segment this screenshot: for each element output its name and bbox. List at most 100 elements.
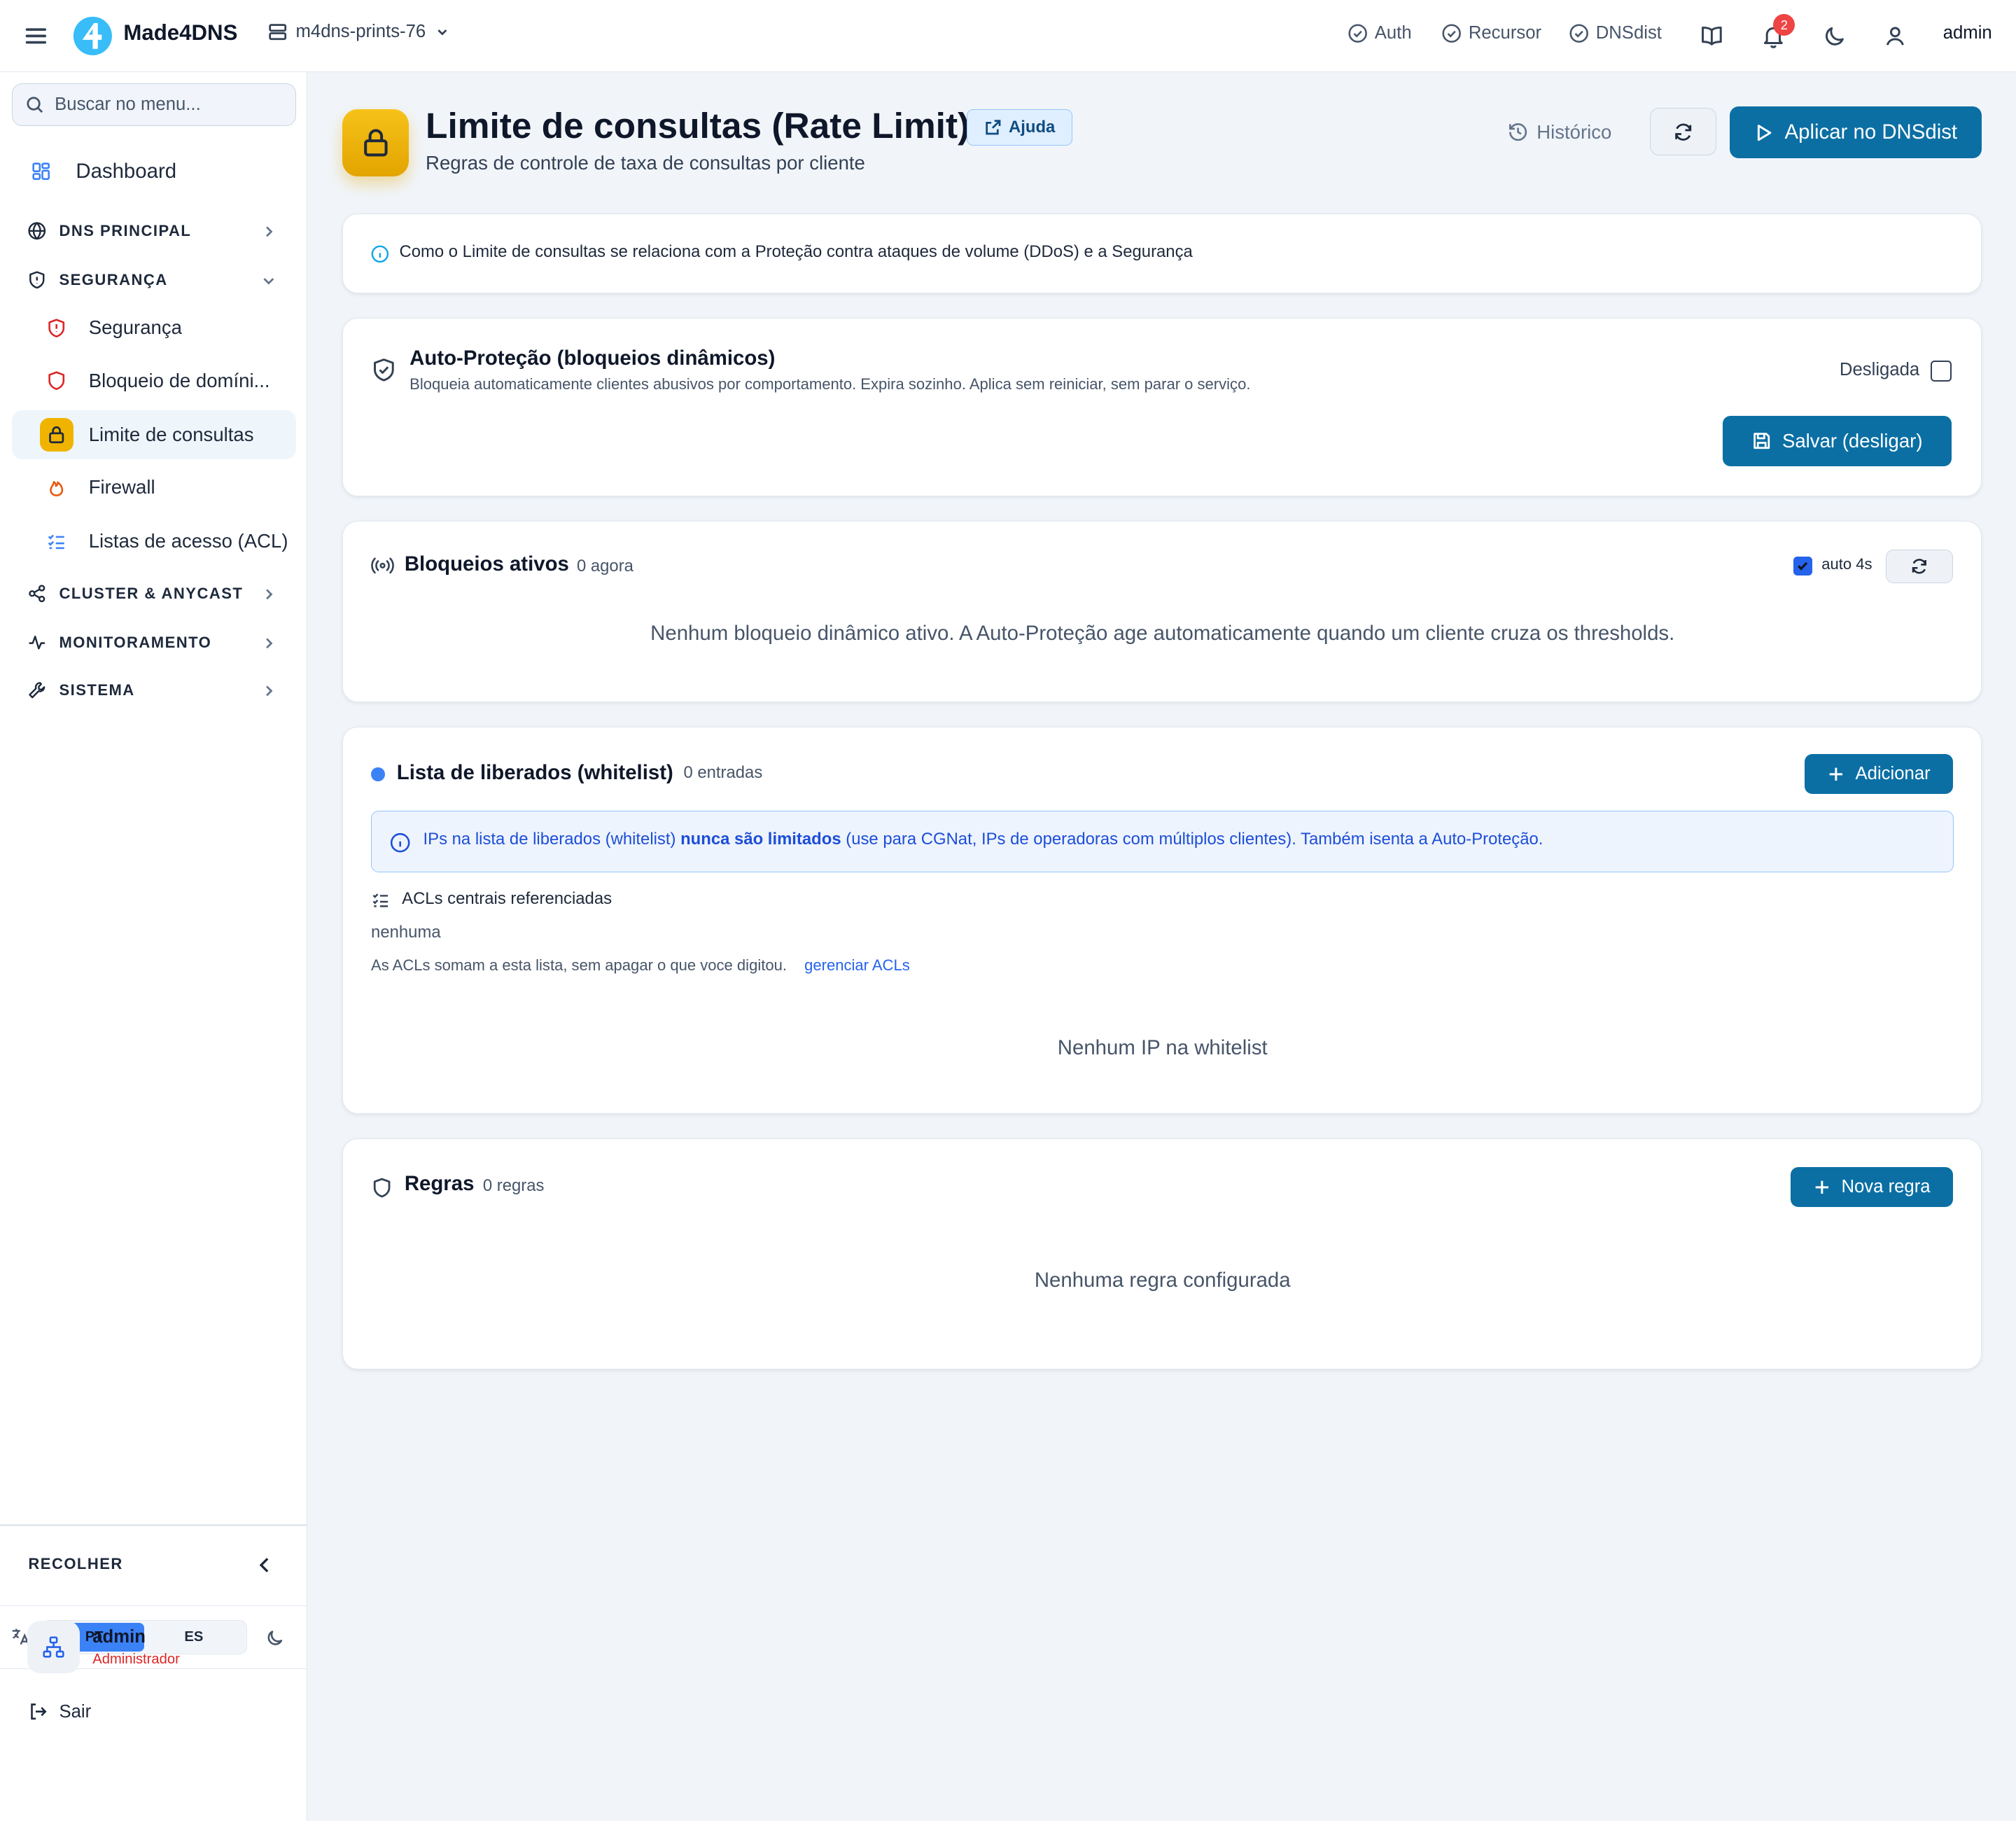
acl-value: nenhuma [371,923,441,942]
chevron-left-icon[interactable] [253,1554,276,1577]
logout-button[interactable]: Sair [28,1701,91,1722]
lang-es[interactable]: ES [144,1623,244,1651]
save-button[interactable]: Salvar (desligar) [1722,416,1952,466]
active-blocks-card: Bloqueios ativos 0 agora auto 4s Nenhum … [342,520,1982,702]
add-label: Adicionar [1855,764,1931,784]
page-subtitle: Regras de controle de taxa de consultas … [426,151,865,174]
service-label: Recursor [1468,23,1542,43]
server-icon [267,22,288,42]
chevron-down-icon [260,272,278,290]
sidebar-group-dns[interactable]: DNS PRINCIPAL [27,221,278,241]
sidebar-item-label: Limite de consultas [88,423,254,445]
group-label: SISTEMA [59,681,135,699]
divider [0,1523,308,1526]
moon-icon[interactable] [265,1628,285,1648]
help-button[interactable]: Ajuda [967,109,1073,146]
info-icon [371,245,389,263]
shield-icon [43,367,71,395]
sidebar-group-sistema[interactable]: SISTEMA [27,681,278,700]
share-icon [27,584,47,603]
help-label: Ajuda [1009,117,1056,137]
user-icon[interactable] [1882,23,1908,49]
logo-icon[interactable] [72,15,113,57]
notification-badge: 2 [1773,14,1795,36]
add-button[interactable]: Adicionar [1805,754,1953,795]
info-text-post: (use para CGNat, IPs de operadoras com m… [841,829,1544,849]
user-name: admin [92,1626,146,1647]
lock-icon [342,109,410,176]
sidebar-item-label: Firewall [88,476,155,498]
sidebar-group-cluster[interactable]: CLUSTER & ANYCAST [27,584,278,603]
check-circle-icon [1441,23,1462,43]
info-text-pre: IPs na lista de liberados (whitelist) [423,829,681,849]
chevron-down-icon [433,23,451,41]
auto-protection-desc: Bloqueia automaticamente clientes abusiv… [410,375,1251,393]
active-blocks-title: Bloqueios ativos [404,552,569,576]
shield-icon [371,1176,393,1199]
whitelist-count: 0 entradas [683,763,763,783]
dashboard-icon [31,161,51,181]
moon-icon[interactable] [1822,23,1848,49]
auto-refresh-checkbox[interactable] [1793,556,1813,576]
activity-icon [27,633,47,653]
network-icon [42,1635,65,1659]
rules-card: Regras 0 regras Nova regra Nenhuma regra… [342,1138,1982,1370]
history-icon [1507,121,1529,143]
sidebar-item-seguranca[interactable]: Segurança [12,304,296,353]
service-auth[interactable]: Auth [1348,23,1412,43]
whitelist-title: Lista de liberados (whitelist) [396,760,673,784]
sidebar-item-label: Segurança [88,316,182,339]
service-label: Auth [1374,23,1412,43]
save-icon [1751,431,1772,451]
history-button[interactable]: Histórico [1507,121,1611,144]
rules-title: Regras [404,1172,475,1196]
refresh-blocks-button[interactable] [1886,550,1953,584]
group-label: CLUSTER & ANYCAST [59,584,244,602]
new-rule-button[interactable]: Nova regra [1791,1167,1953,1208]
sidebar-item-firewall[interactable]: Firewall [12,463,296,512]
whitelist-info-text: IPs na lista de liberados (whitelist) nu… [424,830,1544,849]
sidebar-item-label: Bloqueio de domíni... [88,369,270,391]
sidebar-search[interactable] [11,83,296,126]
new-rule-label: Nova regra [1841,1177,1931,1197]
refresh-icon [1673,122,1693,142]
server-selector[interactable]: m4dns-prints-76 [267,22,451,42]
acl-note: As ACLs somam a esta lista, sem apagar o… [371,956,787,974]
auto-protection-card: Auto-Proteção (bloqueios dinâmicos) Bloq… [342,317,1982,497]
top-user-name[interactable]: admin [1943,23,1992,43]
save-label: Salvar (desligar) [1782,430,1923,452]
sidebar-item-bloqueio[interactable]: Bloqueio de domíni... [12,356,296,405]
external-link-icon [984,118,1002,137]
manage-acls-link[interactable]: gerenciar ACLs [804,956,910,975]
whitelist-empty: Nenhum IP na whitelist [1057,1035,1268,1059]
chevron-right-icon [260,682,278,700]
flame-icon [43,473,71,501]
sidebar-group-seguranca[interactable]: SEGURANÇA [27,270,278,290]
rules-count: 0 regras [482,1176,545,1195]
service-dnsdist[interactable]: DNSdist [1569,23,1662,43]
shield-icon [27,270,47,290]
sidebar-item-dashboard[interactable]: Dashboard [31,160,176,183]
search-icon [25,95,45,115]
sidebar-item-limite[interactable]: Limite de consultas [11,410,296,459]
avatar [27,1620,80,1673]
info-card[interactable]: Como o Limite de consultas se relaciona … [342,213,1982,293]
whitelist-card: Lista de liberados (whitelist) 0 entrada… [342,726,1982,1114]
apply-dnsdist-button[interactable]: Aplicar no DNSdist [1729,106,1982,158]
book-icon[interactable] [1699,23,1725,49]
status-dot [371,767,386,782]
sidebar-group-monitoramento[interactable]: MONITORAMENTO [27,633,278,653]
service-label: DNSdist [1595,23,1662,43]
auto-protection-checkbox[interactable] [1931,361,1952,382]
sidebar-item-acl[interactable]: Listas de acesso (ACL) [12,517,296,566]
auto-refresh-label: auto 4s [1821,554,1872,573]
menu-icon[interactable] [23,23,49,49]
collapse-label[interactable]: RECOLHER [28,1555,122,1573]
sidebar: Dashboard DNS PRINCIPAL SEGURANÇA Segura… [0,71,308,1821]
logout-icon [28,1701,48,1722]
sidebar-item-label: Dashboard [76,159,177,183]
info-text: Como o Limite de consultas se relaciona … [399,242,1193,262]
refresh-button[interactable] [1649,108,1717,156]
service-recursor[interactable]: Recursor [1441,23,1541,43]
search-input[interactable] [55,95,274,116]
